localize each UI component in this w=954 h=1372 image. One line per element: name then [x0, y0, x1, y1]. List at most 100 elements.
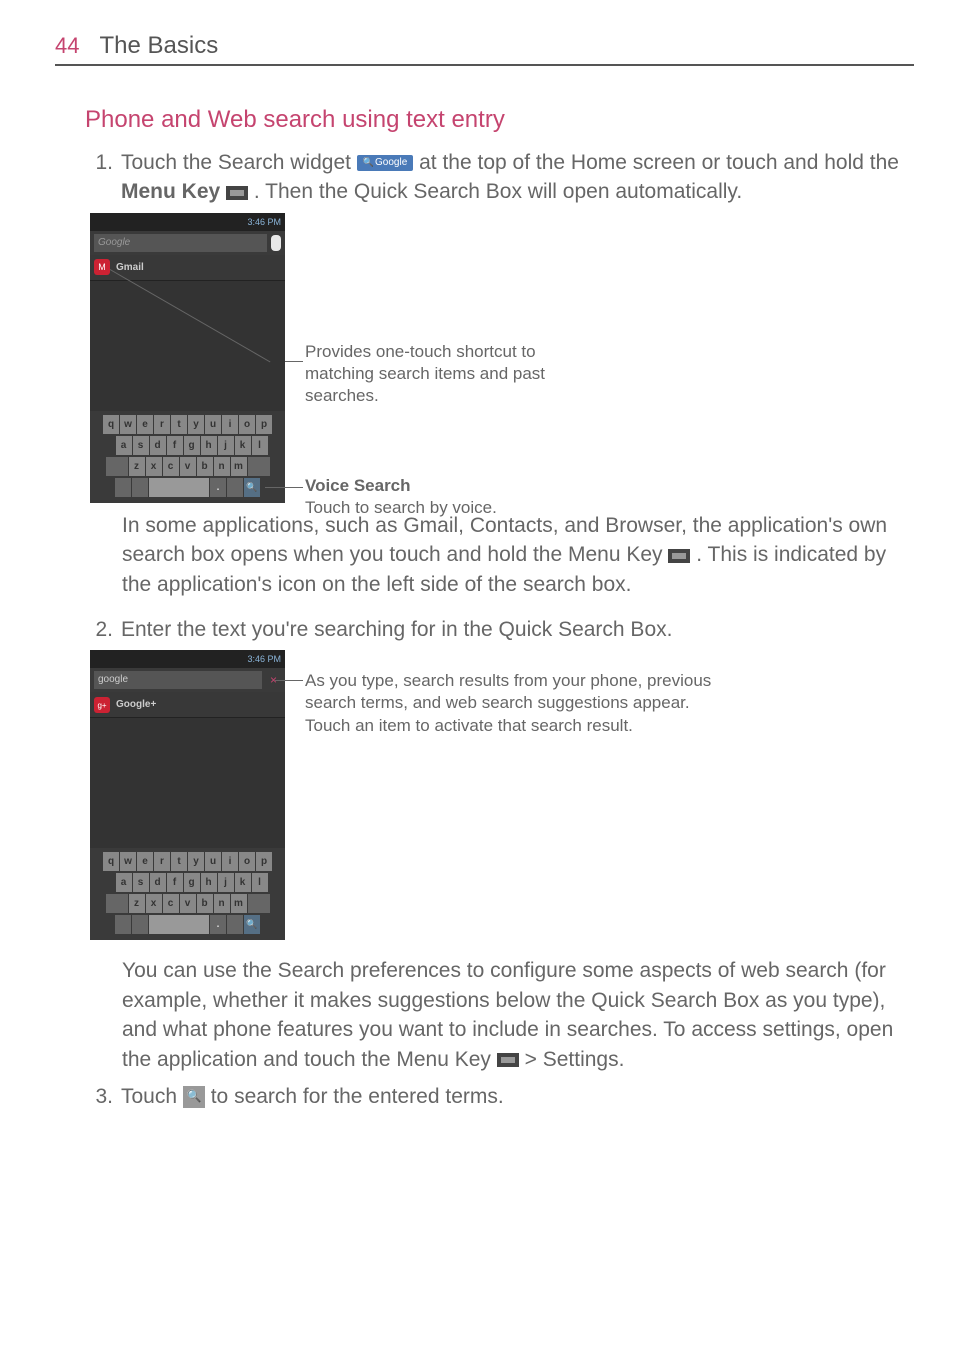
keyboard[interactable]: q w e r t y u i o p a s d f g h — [90, 411, 285, 503]
key-m[interactable]: m — [231, 894, 247, 913]
key-v[interactable]: v — [180, 894, 196, 913]
key-space[interactable] — [149, 478, 209, 497]
key-w[interactable]: w — [120, 852, 136, 871]
status-bar-2: 3:46 PM — [90, 650, 285, 668]
key-n[interactable]: n — [214, 457, 230, 476]
key-x[interactable]: x — [146, 457, 162, 476]
keyboard-2[interactable]: q w e r t y u i o p a s d f g h — [90, 848, 285, 940]
key-z[interactable]: z — [129, 457, 145, 476]
key-shift[interactable] — [106, 457, 128, 476]
key-d[interactable]: d — [150, 873, 166, 892]
step1-text-d: . Then the Quick Search Box will open au… — [254, 180, 742, 203]
key-e[interactable]: e — [137, 852, 153, 871]
suggestion-row-2[interactable]: Google+ — [90, 692, 285, 718]
key-i[interactable]: i — [222, 852, 238, 871]
callout-voice-title: Voice Search — [305, 475, 605, 497]
key-y[interactable]: y — [188, 415, 204, 434]
suggestion-row[interactable]: M Gmail — [90, 255, 285, 281]
key-t[interactable]: t — [171, 852, 187, 871]
key-x[interactable]: x — [146, 894, 162, 913]
suggestion-text-2: Google+ — [116, 699, 156, 710]
key-q[interactable]: q — [103, 852, 119, 871]
key-sym[interactable] — [115, 915, 131, 934]
voice-search-icon[interactable] — [271, 235, 281, 251]
key-o[interactable]: o — [239, 852, 255, 871]
key-n[interactable]: n — [214, 894, 230, 913]
key-j[interactable]: j — [218, 873, 234, 892]
key-k[interactable]: k — [235, 436, 251, 455]
key-lang[interactable] — [132, 915, 148, 934]
key-b[interactable]: b — [197, 457, 213, 476]
key-e[interactable]: e — [137, 415, 153, 434]
key-b[interactable]: b — [197, 894, 213, 913]
step1-text-a: Touch the Search widget — [121, 151, 357, 174]
key-shift[interactable] — [106, 894, 128, 913]
key-r[interactable]: r — [154, 852, 170, 871]
key-lang[interactable] — [132, 478, 148, 497]
key-f[interactable]: f — [167, 873, 183, 892]
key-k[interactable]: k — [235, 873, 251, 892]
key-t[interactable]: t — [171, 415, 187, 434]
key-space[interactable] — [149, 915, 209, 934]
key-m[interactable]: m — [231, 457, 247, 476]
key-c[interactable]: c — [163, 894, 179, 913]
step1-number: 1. — [85, 148, 113, 207]
key-y[interactable]: y — [188, 852, 204, 871]
status-bar: 3:46 PM — [90, 213, 285, 231]
figure-2: 3:46 PM google × Google+ q w e r t y u — [90, 650, 914, 940]
key-j[interactable]: j — [218, 436, 234, 455]
search-bar: Google — [90, 231, 285, 255]
search-input-2[interactable]: google — [94, 671, 262, 689]
key-z[interactable]: z — [129, 894, 145, 913]
key-o[interactable]: o — [239, 415, 255, 434]
key-g[interactable]: g — [184, 436, 200, 455]
key-s[interactable]: s — [133, 873, 149, 892]
after-fig2-arrow: > — [525, 1048, 543, 1071]
key-u[interactable]: u — [205, 415, 221, 434]
key-a[interactable]: a — [116, 873, 132, 892]
key-period[interactable]: . — [210, 478, 226, 497]
key-w[interactable]: w — [120, 415, 136, 434]
gmail-icon: M — [94, 259, 110, 275]
after-fig1-menu: Menu Key — [568, 543, 663, 566]
search-input[interactable]: Google — [94, 234, 267, 252]
menu-key-icon — [226, 186, 248, 200]
key-p[interactable]: p — [256, 852, 272, 871]
key-f[interactable]: f — [167, 436, 183, 455]
key-v[interactable]: v — [180, 457, 196, 476]
phone-screenshot-2: 3:46 PM google × Google+ q w e r t y u — [90, 650, 285, 940]
key-g[interactable]: g — [184, 873, 200, 892]
page-header: 44 The Basics — [55, 32, 914, 66]
step3-b: to search for the entered terms. — [211, 1085, 504, 1108]
section-heading: Phone and Web search using text entry — [85, 106, 914, 134]
key-h[interactable]: h — [201, 436, 217, 455]
key-backspace[interactable] — [248, 894, 270, 913]
step-1: 1. Touch the Search widget Google at the… — [85, 148, 914, 207]
key-d[interactable]: d — [150, 436, 166, 455]
key-search[interactable] — [244, 478, 260, 497]
key-p[interactable]: p — [256, 415, 272, 434]
key-l[interactable]: l — [252, 873, 268, 892]
key-q[interactable]: q — [103, 415, 119, 434]
key-i[interactable]: i — [222, 415, 238, 434]
page-number: 44 — [55, 33, 79, 59]
key-period[interactable]: . — [210, 915, 226, 934]
menu-key-icon-3 — [497, 1053, 519, 1067]
key-a[interactable]: a — [116, 436, 132, 455]
key-emoji[interactable] — [227, 915, 243, 934]
key-backspace[interactable] — [248, 457, 270, 476]
key-r[interactable]: r — [154, 415, 170, 434]
step3-a: Touch — [121, 1085, 183, 1108]
key-search[interactable] — [244, 915, 260, 934]
callout-voice-body: Touch to search by voice. — [305, 497, 605, 519]
after-fig2-settings: Settings. — [543, 1048, 625, 1071]
after-fig2: You can use the Search preferences to co… — [122, 956, 914, 1074]
key-sym[interactable] — [115, 478, 131, 497]
key-s[interactable]: s — [133, 436, 149, 455]
key-u[interactable]: u — [205, 852, 221, 871]
key-c[interactable]: c — [163, 457, 179, 476]
search-widget-icon: Google — [357, 155, 413, 171]
key-l[interactable]: l — [252, 436, 268, 455]
key-h[interactable]: h — [201, 873, 217, 892]
key-emoji[interactable] — [227, 478, 243, 497]
